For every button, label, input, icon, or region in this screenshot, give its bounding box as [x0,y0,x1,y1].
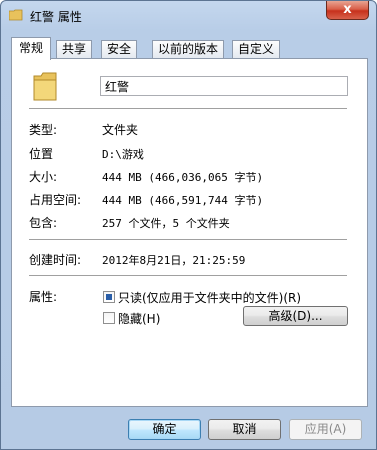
general-panel: 类型: 文件夹 位置 D:\游戏 大小: 444 MB (466,036,065… [11,58,368,407]
close-icon: x [343,2,352,17]
separator [29,239,347,241]
contains-label: 包含: [29,216,58,230]
apply-button[interactable]: 应用(A) [289,419,362,440]
contains-value: 257 个文件，5 个文件夹 [102,217,230,230]
readonly-label: 只读(仅应用于文件夹中的文件)(R) [118,291,302,305]
readonly-checkbox[interactable] [103,291,115,303]
size-on-disk-value: 444 MB (466,591,744 字节) [102,194,264,207]
size-value: 444 MB (466,036,065 字节) [102,171,264,184]
folder-name-input[interactable] [100,76,348,96]
folder-icon [9,9,23,21]
attributes-label: 属性: [29,290,58,304]
title-bar[interactable]: 红警 属性 x [1,1,376,31]
tab-customize-label: 自定义 [238,42,275,56]
cancel-button[interactable]: 取消 [208,419,281,440]
location-label: 位置 [29,147,54,161]
close-button[interactable]: x [326,1,369,20]
tab-previous-versions[interactable]: 以前的版本 [152,40,225,58]
tab-sharing-label: 共享 [62,42,87,56]
properties-window: 红警 属性 x 常规 共享 安全 以前的版本 自定义 类型: 文件夹 位置 [0,0,377,450]
separator [29,108,347,110]
hidden-checkbox[interactable] [103,312,115,324]
created-label: 创建时间: [29,253,82,267]
size-on-disk-label: 占用空间: [29,193,82,207]
hidden-label: 隐藏(H) [118,312,161,326]
window-title: 红警 属性 [30,10,82,24]
advanced-button[interactable]: 高级(D)... [243,306,348,326]
tab-general-label: 常规 [19,41,44,55]
size-label: 大小: [29,170,58,184]
tab-previous-versions-label: 以前的版本 [158,42,219,56]
type-value: 文件夹 [102,123,139,137]
tab-sharing[interactable]: 共享 [56,40,93,58]
tab-security-label: 安全 [107,42,132,56]
tab-security[interactable]: 安全 [101,40,138,58]
tab-customize[interactable]: 自定义 [232,40,281,58]
separator [29,275,347,277]
folder-large-icon [33,72,57,101]
created-value: 2012年8月21日，21:25:59 [102,254,246,267]
tab-general[interactable]: 常规 [11,37,52,60]
ok-button[interactable]: 确定 [128,419,201,440]
type-label: 类型: [29,123,58,137]
location-value: D:\游戏 [102,148,144,161]
tab-bar: 常规 共享 安全 以前的版本 自定义 [11,37,371,60]
